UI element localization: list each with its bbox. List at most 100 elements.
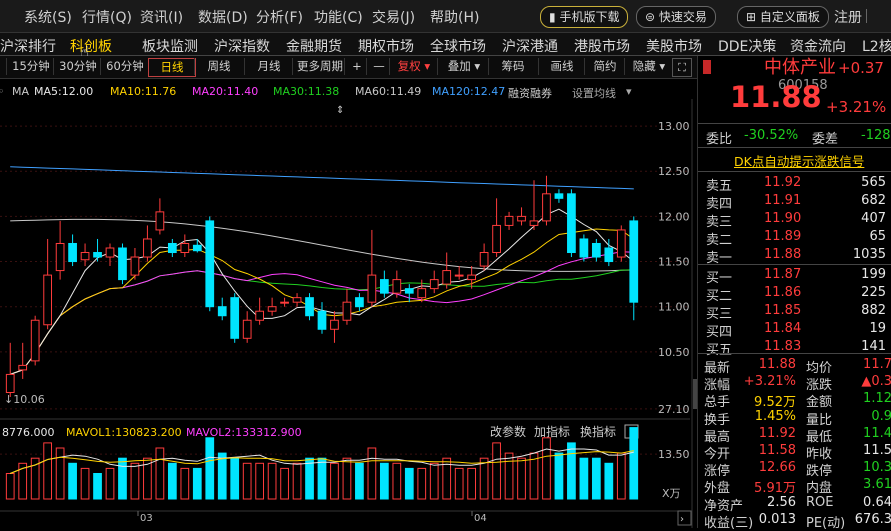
candle-body (217, 306, 227, 317)
p-more-button[interactable]: 更多周期 (292, 58, 347, 75)
kline-chart[interactable]: 13.0012.5012.0011.5011.0010.50↓10.06⇕877… (0, 99, 697, 528)
asks-row[interactable]: 卖一 11.88 1035 (698, 246, 891, 266)
volume-bar (417, 467, 427, 500)
price-change: +0.37 (838, 59, 884, 77)
p-overlay-button[interactable]: 叠加 ▾ (437, 58, 490, 75)
date-label: 03 (140, 513, 153, 524)
ma-collapse-icon[interactable]: ◦ (0, 85, 5, 98)
change-params-button[interactable]: 改参数 (490, 424, 526, 439)
add-indicator-button[interactable]: 加指标 (534, 424, 570, 439)
asks-row[interactable]: 卖五 11.92 565 (698, 174, 891, 194)
price-axis-label: 12.00 (658, 210, 690, 223)
volume-bar (43, 442, 53, 500)
p-15m-button[interactable]: 15分钟 (6, 58, 55, 75)
candle-body (342, 301, 352, 321)
candle-body (579, 238, 589, 258)
candle-body (5, 373, 15, 393)
volume-bar (192, 467, 202, 500)
chevron-right-icon: › (680, 514, 684, 525)
tab-8[interactable]: 港股市场 (574, 36, 630, 56)
ma60-label: MA60:11.49 (355, 85, 422, 98)
stat-v1: 1.45% (754, 408, 796, 424)
p-week-button[interactable]: 周线 (194, 58, 243, 75)
menu-analysis[interactable]: 分析(F) (256, 7, 303, 27)
volume-bar (517, 457, 526, 500)
p-30m-button[interactable]: 30分钟 (53, 58, 102, 75)
menu-data[interactable]: 数据(D) (198, 7, 248, 27)
volume-bar (616, 452, 626, 500)
candle-body (542, 193, 551, 222)
asks-price: 11.90 (764, 211, 802, 226)
ma120-label: MA120:12.47 (432, 85, 506, 98)
candle-body (567, 193, 576, 254)
candle-body (554, 193, 564, 199)
bids-price: 11.84 (764, 321, 802, 336)
asks-row[interactable]: 卖四 11.91 682 (698, 192, 891, 212)
mobile-download-button[interactable]: ▮ 手机版下载 (540, 6, 629, 28)
menu-trade[interactable]: 交易(J) (372, 7, 415, 27)
menu-functions[interactable]: 功能(C) (314, 7, 363, 27)
bids-row[interactable]: 买二 11.86 225 (698, 284, 891, 304)
collapse-panel-icon[interactable] (703, 60, 711, 74)
volume-bar (429, 462, 439, 500)
volume-bar (454, 467, 464, 500)
asks-row[interactable]: 卖三 11.90 407 (698, 210, 891, 230)
p-simple-button[interactable]: 简约 (584, 58, 625, 75)
stat-v1: 11.92 (758, 425, 796, 441)
bids-row[interactable]: 买三 11.85 882 (698, 302, 891, 322)
bids-row[interactable]: 买四 11.84 19 (698, 320, 891, 340)
p-month-button[interactable]: 月线 (244, 58, 293, 75)
tab-2[interactable]: 板块监测 (142, 36, 198, 56)
tab-6[interactable]: 全球市场 (430, 36, 486, 56)
tab-3[interactable]: 沪深指数 (214, 36, 270, 56)
tab-12[interactable]: L2核 (862, 36, 891, 56)
candle-body (517, 215, 526, 222)
candle-body (280, 301, 289, 304)
volume-bar (205, 437, 215, 500)
custom-panel-button[interactable]: ⊞ 自定义面板 (737, 6, 829, 28)
bids-vol: 225 (861, 285, 886, 300)
p-drawline-button[interactable]: 画线 (538, 58, 585, 75)
volume-bar (355, 462, 364, 500)
tab-7[interactable]: 沪深港通 (502, 36, 558, 56)
tab-1[interactable]: 科创板 (70, 36, 112, 56)
tab-5[interactable]: 期权市场 (358, 36, 414, 56)
asks-row[interactable]: 卖二 11.89 65 (698, 228, 891, 248)
stat-v2: 3.61 (863, 477, 891, 493)
expand-icon[interactable]: ⛶ (672, 58, 692, 77)
p-day-button[interactable]: 日线 (148, 58, 196, 77)
menu-system[interactable]: 系统(S) (24, 7, 72, 27)
volume-bar (292, 462, 302, 500)
stat-l2: ROE (806, 494, 834, 510)
volume-bar (80, 467, 90, 500)
p-fuquan-button[interactable]: 复权 ▾ (389, 58, 438, 75)
candle-body (305, 297, 314, 317)
p-chips-button[interactable]: 筹码 (488, 58, 537, 75)
quick-trade-button[interactable]: ⊜ 快速交易 (636, 6, 716, 28)
dk-signal-link[interactable]: DK点自动提示涨跌信号 (734, 151, 864, 170)
switch-indicator-button[interactable]: 换指标 (580, 424, 616, 439)
stats-row: 最新 11.88 均价 11.7 (698, 356, 891, 376)
candle-body (105, 247, 115, 258)
chevron-down-icon[interactable]: ▾ (626, 85, 632, 98)
tab-4[interactable]: 金融期货 (286, 36, 342, 56)
candle-body (479, 252, 489, 267)
stats-row: 净资产 2.56 ROE 0.64 (698, 494, 891, 514)
menu-help[interactable]: 帮助(H) (430, 7, 479, 27)
candle-body (429, 279, 439, 290)
price-axis-label: 10.50 (658, 346, 690, 359)
tab-9[interactable]: 美股市场 (646, 36, 702, 56)
p-minus-button[interactable]: — (366, 58, 391, 75)
menu-news[interactable]: 资讯(I) (140, 7, 183, 27)
volume-bar (579, 457, 589, 500)
custom-panel-label: 自定义面板 (759, 10, 820, 24)
p-hide-button[interactable]: 隐藏 ▾ (624, 58, 673, 75)
menu-quotes[interactable]: 行情(Q) (82, 7, 132, 27)
stat-v2: 0.9 (871, 408, 891, 424)
volume-axis-label: 27.10 (658, 403, 690, 416)
tab-0[interactable]: 沪深排行 (0, 36, 56, 56)
register-link[interactable]: 注册 (834, 7, 862, 27)
asks-price: 11.88 (764, 247, 802, 262)
p-60m-button[interactable]: 60分钟 (100, 58, 149, 75)
bids-row[interactable]: 买一 11.87 199 (698, 266, 891, 286)
